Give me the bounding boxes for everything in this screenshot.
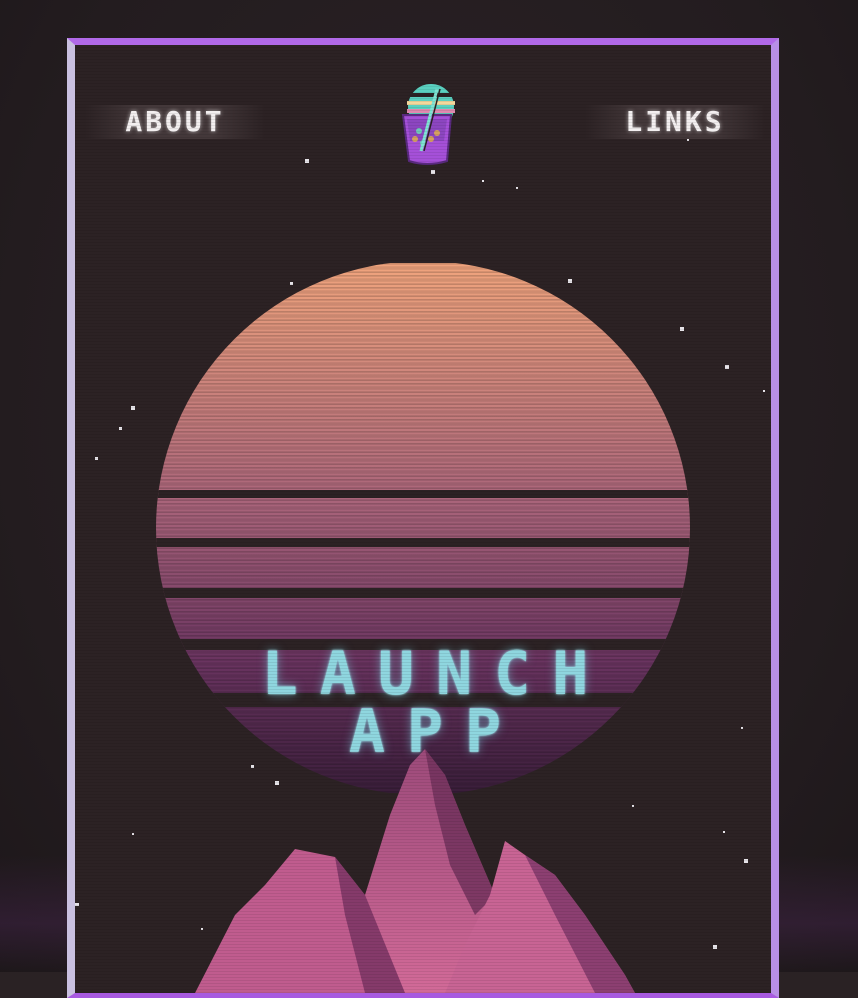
nav-about-link[interactable]: ABOUT xyxy=(85,105,265,139)
mountain-range xyxy=(195,749,635,993)
star xyxy=(431,170,435,174)
launch-app-line-1: LAUNCH xyxy=(261,639,611,709)
star xyxy=(305,159,309,163)
star xyxy=(687,139,689,141)
star xyxy=(723,831,725,833)
launch-app-button[interactable]: LAUNCH APP xyxy=(125,639,725,762)
star xyxy=(482,180,484,182)
screen: ABOUT LINKS LAUNCH APP xyxy=(75,45,771,993)
star xyxy=(131,406,135,410)
bubble-tea-logo-icon[interactable] xyxy=(393,79,463,169)
star xyxy=(725,365,729,369)
star xyxy=(713,945,717,949)
star xyxy=(763,390,765,392)
star xyxy=(744,859,748,863)
star xyxy=(95,457,98,460)
star xyxy=(119,427,122,430)
star xyxy=(741,727,743,729)
star xyxy=(132,833,134,835)
star xyxy=(75,903,79,906)
star xyxy=(516,187,518,189)
nav-links-link[interactable]: LINKS xyxy=(585,105,765,139)
app-frame: ABOUT LINKS LAUNCH APP xyxy=(67,38,779,998)
